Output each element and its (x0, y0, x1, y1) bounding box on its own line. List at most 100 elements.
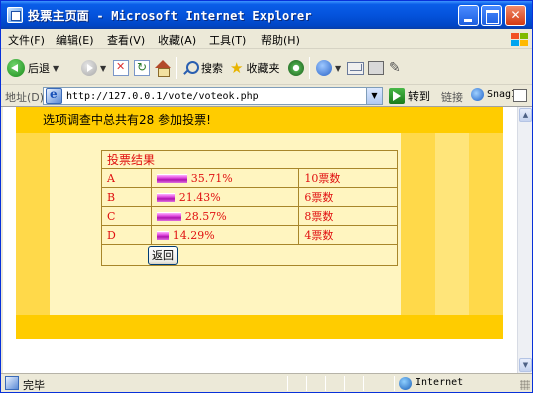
chevron-down-icon: ▼ (100, 63, 107, 73)
status-bar: 完毕 Internet (1, 373, 532, 392)
vertical-scrollbar[interactable]: ▲ ▼ (517, 107, 532, 373)
button-row: 返回 (101, 244, 398, 266)
zone-label: Internet (415, 377, 464, 388)
toolbar: 后退 ▼ ▼ 搜索 ★ 收藏夹 ▼ (1, 49, 532, 85)
table-row: C 28.57% 8票数 (101, 206, 398, 226)
percent-cell: 35.71% (150, 168, 300, 188)
history-icon (316, 60, 332, 76)
favorites-button[interactable]: ★ 收藏夹 (230, 58, 279, 78)
search-label: 搜索 (201, 62, 223, 75)
print-button[interactable] (368, 58, 384, 78)
menu-help[interactable]: 帮助(H) (261, 32, 300, 48)
close-button[interactable]: ✕ (505, 5, 526, 26)
outer-frame: 选项调查中总共有28 参加投票! 投票结果 A 35.71% 10票数 B 21… (16, 107, 503, 339)
vote-summary-caption: 选项调查中总共有28 参加投票! (43, 113, 211, 127)
results-table: 投票结果 A 35.71% 10票数 B 21.43% 6票数 C 28.57%… (101, 150, 398, 266)
frame-stripe (435, 133, 469, 315)
search-icon (182, 60, 199, 76)
mail-icon (347, 61, 364, 75)
percent-text: 35.71% (190, 171, 233, 185)
menu-edit[interactable]: 编辑(E) (56, 32, 94, 48)
home-button[interactable] (155, 58, 171, 78)
button-cell: 返回 (101, 244, 398, 266)
links-label[interactable]: 链接 (441, 89, 463, 105)
table-row: A 35.71% 10票数 (101, 168, 398, 188)
scroll-down-arrow-icon[interactable]: ▼ (519, 358, 532, 372)
home-icon (155, 60, 171, 77)
forward-button[interactable]: ▼ (81, 58, 106, 78)
status-separator (394, 376, 395, 391)
media-icon (288, 60, 304, 76)
inner-frame: 投票结果 A 35.71% 10票数 B 21.43% 6票数 C 28.57%… (16, 133, 503, 315)
messenger-icon: ✎ (389, 60, 401, 76)
address-url: http://127.0.0.1/vote/voteok.php (66, 90, 259, 102)
mail-button[interactable] (347, 58, 364, 78)
go-label: 转到 (408, 90, 430, 103)
title-bar: 投票主页面 - Microsoft Internet Explorer ✕ (1, 1, 532, 29)
resize-grip-icon[interactable] (520, 380, 530, 390)
table-row: D 14.29% 4票数 (101, 225, 398, 245)
app-icon (7, 7, 23, 23)
page-done-icon (5, 376, 19, 390)
refresh-icon (134, 60, 150, 76)
percent-bar (156, 212, 181, 221)
percent-bar (156, 193, 175, 202)
menu-view[interactable]: 查看(V) (107, 32, 145, 48)
status-separator (363, 376, 364, 391)
percent-cell: 21.43% (150, 187, 300, 207)
menu-tools[interactable]: 工具(T) (209, 32, 246, 48)
return-button[interactable]: 返回 (148, 246, 178, 265)
percent-text: 14.29% (172, 228, 215, 242)
windows-logo-icon (507, 31, 529, 47)
frame-stripe (16, 133, 50, 315)
go-button[interactable]: 转到 (389, 88, 430, 104)
favorites-label: 收藏夹 (246, 62, 280, 75)
votes-count: 8票数 (298, 206, 398, 226)
stop-button[interactable] (113, 58, 129, 78)
print-icon (368, 61, 384, 75)
table-row: B 21.43% 6票数 (101, 187, 398, 207)
back-label: 后退 (28, 62, 50, 75)
maximize-button[interactable] (481, 5, 502, 26)
address-label: 地址(D) (5, 91, 45, 104)
percent-cell: 14.29% (150, 225, 300, 245)
page-icon (46, 87, 62, 104)
menu-bar: 文件(F) 编辑(E) 查看(V) 收藏(A) 工具(T) 帮助(H) (1, 29, 532, 49)
search-button[interactable]: 搜索 (182, 58, 223, 78)
window-title: 投票主页面 - Microsoft Internet Explorer (28, 9, 312, 23)
option-label: A (101, 168, 152, 188)
refresh-button[interactable] (134, 58, 150, 78)
toolbar-separator (176, 57, 177, 79)
minimize-button[interactable] (458, 5, 479, 26)
address-input[interactable]: http://127.0.0.1/vote/voteok.php ▼ (43, 87, 383, 105)
option-label: B (101, 187, 152, 207)
status-separator (287, 376, 288, 391)
chevron-down-icon[interactable]: ▼ (366, 88, 382, 104)
option-label: C (101, 206, 152, 226)
votes-count: 6票数 (298, 187, 398, 207)
option-label: D (101, 225, 152, 245)
media-button[interactable] (288, 58, 304, 78)
chevron-down-icon: ▼ (335, 63, 342, 73)
status-separator (325, 376, 326, 391)
discuss-button[interactable]: ✎ (389, 58, 401, 78)
percent-text: 28.57% (184, 209, 227, 223)
back-button[interactable]: 后退 ▼ (7, 58, 59, 78)
status-separator (306, 376, 307, 391)
status-separator (344, 376, 345, 391)
percent-bar (156, 231, 169, 240)
snagit-window-icon[interactable] (513, 89, 527, 102)
back-icon (7, 59, 25, 77)
chevron-down-icon: ▼ (53, 63, 60, 73)
scroll-up-arrow-icon[interactable]: ▲ (519, 108, 532, 122)
menu-favorites[interactable]: 收藏(A) (158, 32, 196, 48)
forward-icon (81, 60, 97, 76)
address-bar: 地址(D) http://127.0.0.1/vote/voteok.php ▼… (1, 85, 532, 107)
favorites-icon: ★ (230, 59, 244, 77)
ie-window: 投票主页面 - Microsoft Internet Explorer ✕ 文件… (0, 0, 533, 393)
stop-icon (113, 60, 129, 76)
history-button[interactable]: ▼ (316, 58, 341, 78)
menu-file[interactable]: 文件(F) (8, 32, 45, 48)
toolbar-separator (309, 57, 310, 79)
internet-zone-icon (399, 377, 412, 390)
